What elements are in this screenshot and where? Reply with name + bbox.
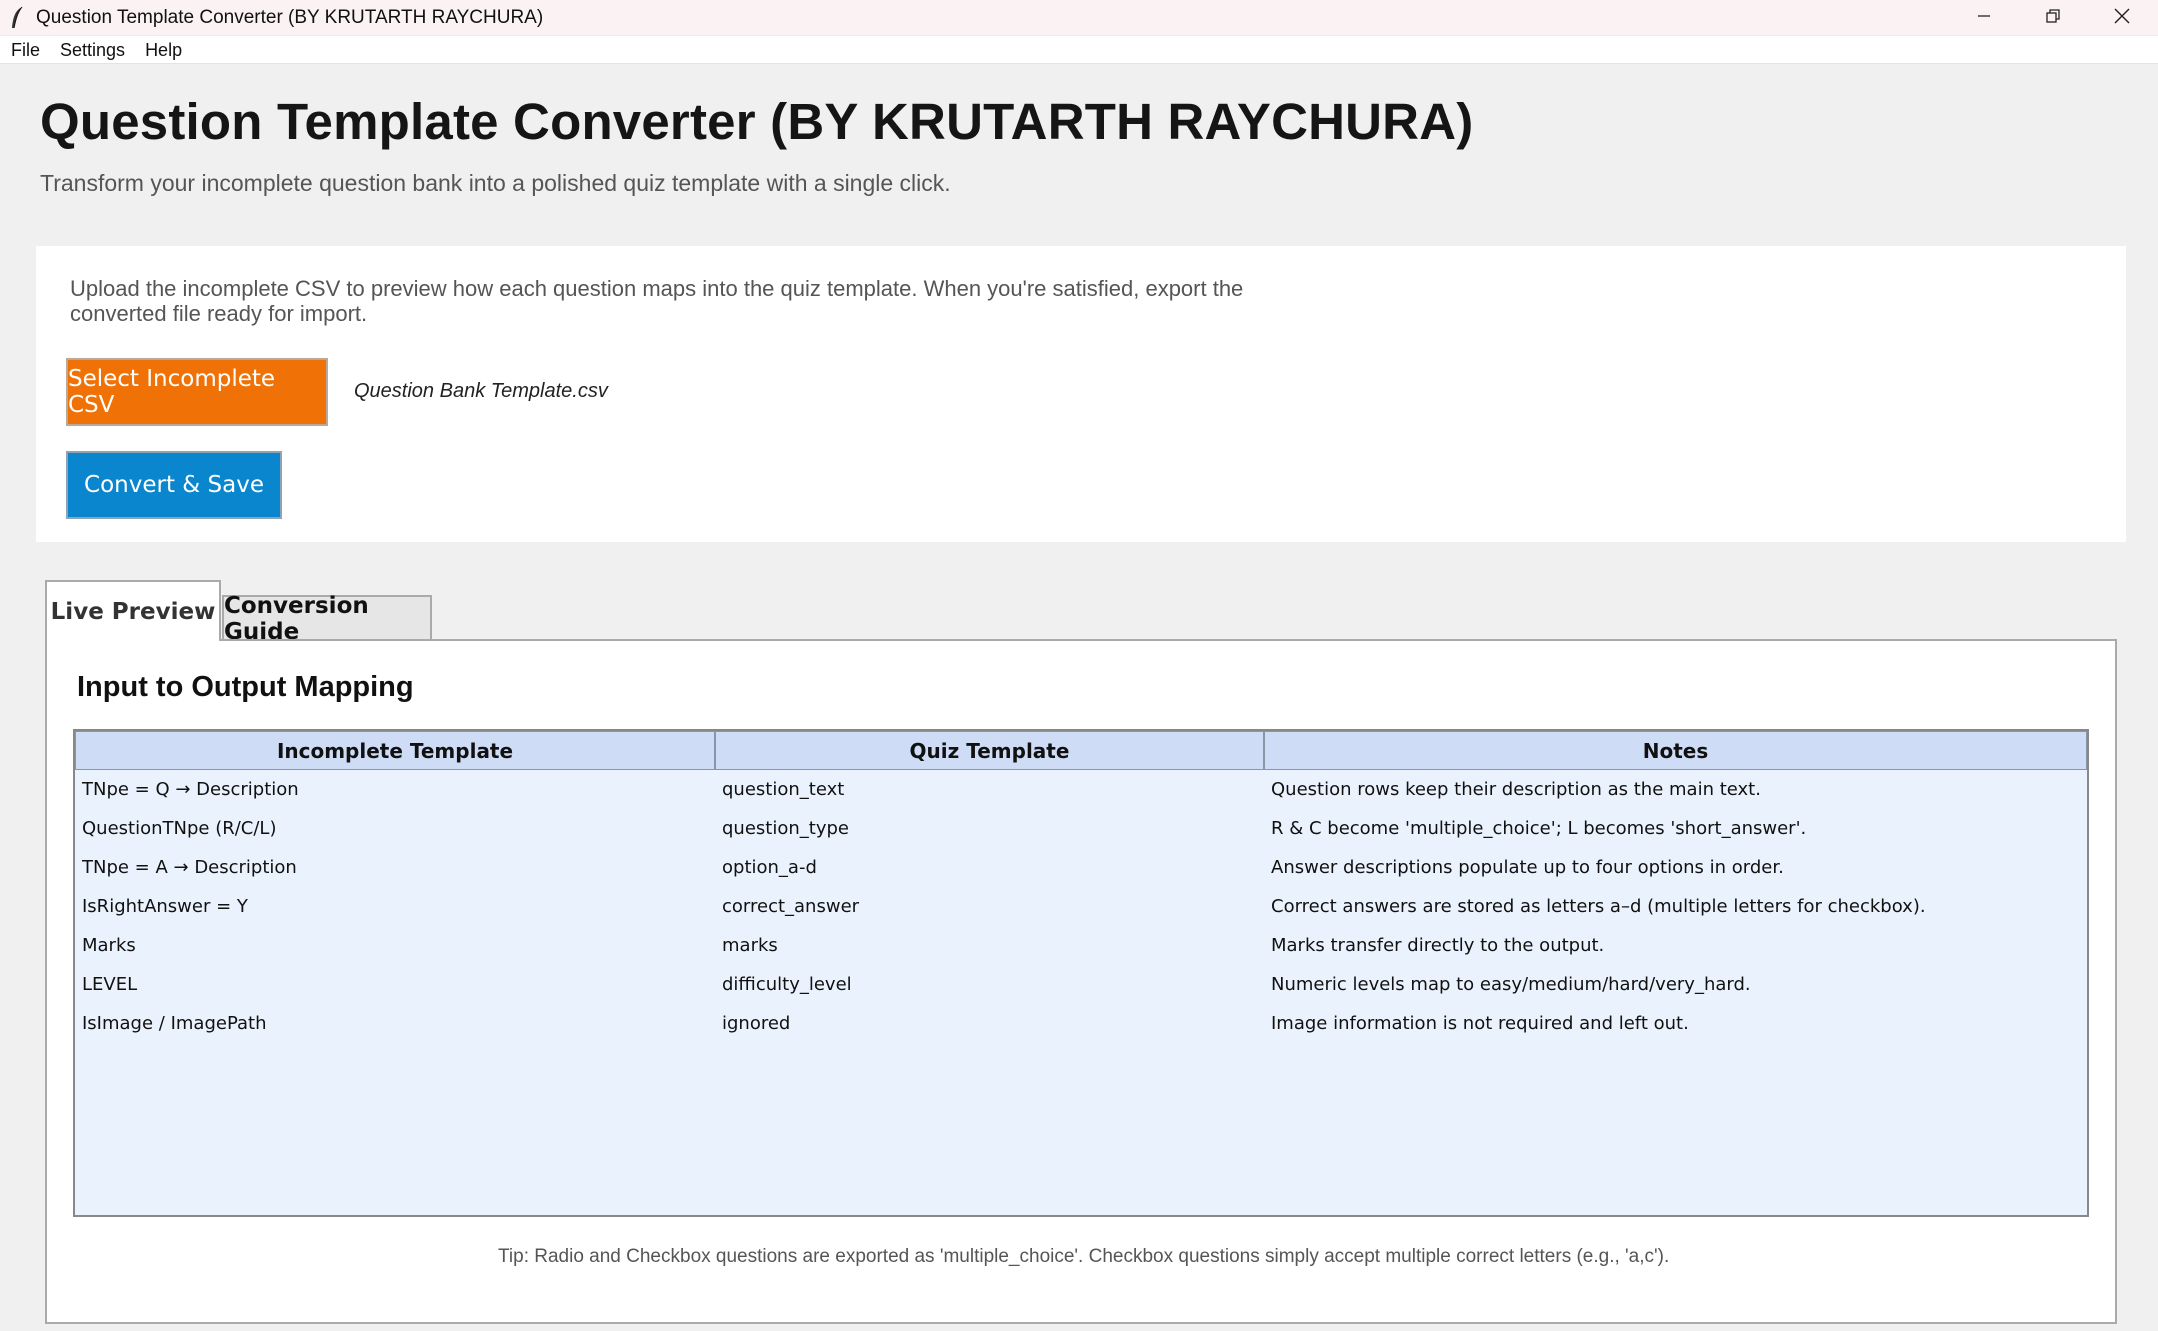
page-title: Question Template Converter (BY KRUTARTH… [40, 93, 1474, 150]
minimize-button[interactable] [1950, 0, 2018, 36]
table-body: TNpe = Q → Description question_text Quest… [75, 770, 2087, 1043]
close-icon [2113, 7, 2131, 30]
cell-quiz-field: correct_answer [722, 896, 860, 917]
cell-incomplete-field: Marks [82, 935, 136, 956]
restore-button[interactable] [2019, 0, 2087, 36]
cell-incomplete-field: TNpe = Q → Description [82, 779, 299, 800]
cell-notes: Numeric levels map to easy/medium/hard/v… [1271, 974, 1751, 995]
cell-incomplete-field: LEVEL [82, 974, 138, 995]
table-header: Incomplete Template Quiz Template Notes [75, 731, 2087, 770]
cell-notes: Marks transfer directly to the output. [1271, 935, 1605, 956]
cell-quiz-field: difficulty_level [722, 974, 852, 995]
cell-notes: Image information is not required and le… [1271, 1013, 1689, 1034]
column-header-notes[interactable]: Notes [1264, 731, 2087, 770]
selected-file-label: Question Bank Template.csv [354, 380, 608, 402]
table-row[interactable]: TNpe = A → Description option_a-d Answer d… [75, 848, 2087, 887]
table-row[interactable]: LEVEL difficulty_level Numeric levels map … [75, 965, 2087, 1004]
window-title: Question Template Converter (BY KRUTARTH… [36, 6, 544, 28]
app-feather-icon [6, 4, 28, 32]
column-header-incomplete[interactable]: Incomplete Template [75, 731, 715, 770]
cell-quiz-field: option_a-d [722, 857, 817, 878]
cell-incomplete-field: QuestionTNpe (R/C/L) [82, 818, 277, 839]
menu-file[interactable]: File [0, 36, 50, 64]
cell-incomplete-field: IsRightAnswer = Y [82, 896, 248, 917]
upload-description: Upload the incomplete CSV to preview how… [70, 276, 1244, 326]
tab-conversion-guide[interactable]: Conversion Guide [222, 593, 432, 645]
cell-quiz-field: ignored [722, 1013, 791, 1034]
restore-icon [2045, 8, 2061, 29]
close-button[interactable] [2088, 0, 2156, 36]
cell-incomplete-field: TNpe = A → Description [82, 857, 297, 878]
cell-quiz-field: question_type [722, 818, 849, 839]
mapping-title: Input to Output Mapping [77, 671, 414, 703]
mapping-table[interactable]: Incomplete Template Quiz Template Notes … [73, 729, 2089, 1217]
table-row[interactable]: IsImage / ImagePath ignored Image informat… [75, 1004, 2087, 1043]
menu-bar: File Settings Help [0, 36, 2158, 64]
table-row[interactable]: TNpe = Q → Description question_text Quest… [75, 770, 2087, 809]
cell-notes: Correct answers are stored as letters a–… [1271, 896, 1926, 917]
live-preview-panel: Input to Output Mapping Incomplete Templ… [45, 639, 2117, 1324]
page-subtitle: Transform your incomplete question bank … [40, 170, 951, 196]
cell-quiz-field: question_text [722, 779, 845, 800]
cell-notes: Question rows keep their description as … [1271, 779, 1761, 800]
cell-notes: R & C become 'multiple_choice'; L become… [1271, 818, 1807, 839]
table-row[interactable]: Marks marks Marks transfer directly to the… [75, 926, 2087, 965]
tab-live-preview[interactable]: Live Preview [45, 580, 221, 641]
cell-notes: Answer descriptions populate up to four … [1271, 857, 1784, 878]
menu-help[interactable]: Help [135, 36, 192, 64]
convert-save-button[interactable]: Convert & Save [66, 451, 282, 519]
table-row[interactable]: IsRightAnswer = Y correct_answer Correct a… [75, 887, 2087, 926]
title-bar: Question Template Converter (BY KRUTARTH… [0, 0, 2158, 36]
column-header-quiz[interactable]: Quiz Template [715, 731, 1264, 770]
minimize-icon [1976, 8, 1992, 29]
table-row[interactable]: QuestionTNpe (R/C/L) question_type R & C b… [75, 809, 2087, 848]
select-csv-button[interactable]: Select Incomplete CSV [66, 358, 328, 426]
cell-incomplete-field: IsImage / ImagePath [82, 1013, 267, 1034]
cell-quiz-field: marks [722, 935, 778, 956]
tip-text: Tip: Radio and Checkbox questions are ex… [498, 1246, 1670, 1267]
menu-settings[interactable]: Settings [50, 36, 135, 64]
upload-card: Upload the incomplete CSV to preview how… [36, 246, 2126, 542]
